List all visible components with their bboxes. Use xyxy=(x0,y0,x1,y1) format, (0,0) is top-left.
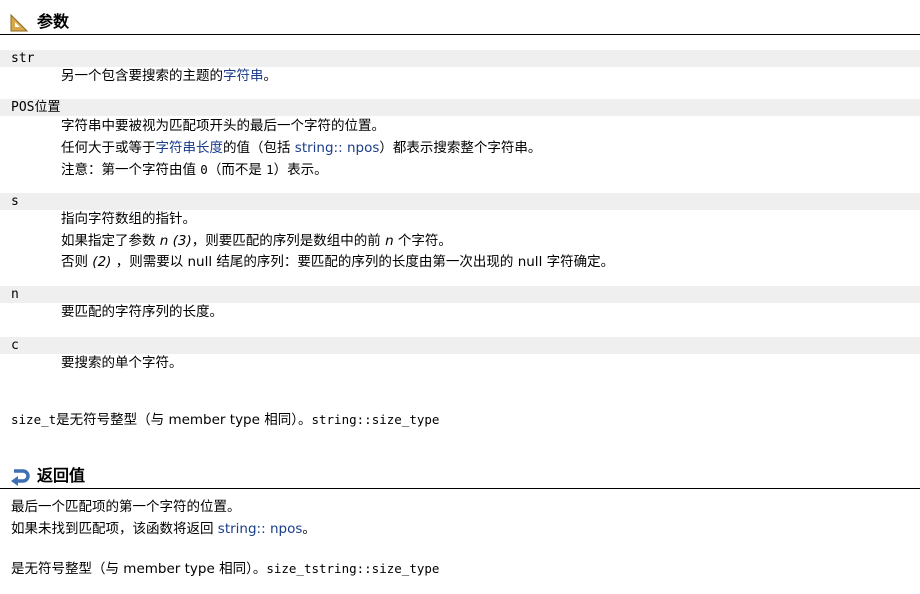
text-run: 任何大于或等于 xyxy=(61,140,156,156)
param-name: POS位置 xyxy=(0,99,920,116)
params-section-title: 参数 xyxy=(37,12,70,31)
param-description-line: 指向字符数组的指针。 xyxy=(61,209,196,230)
param-description-line: 任何大于或等于字符串长度的值（包括 string:: npos）都表示搜索整个字… xyxy=(61,138,541,159)
doc-link[interactable]: string:: npos xyxy=(218,521,303,537)
text-run: 如果未找到匹配项，该函数将返回 xyxy=(11,521,218,537)
param-description-line: 注意：第一个字符由值 0（而不是 1）表示。 xyxy=(61,159,328,181)
italic-text: n xyxy=(385,233,394,249)
param-description-line: 另一个包含要搜索的主题的字符串。 xyxy=(61,66,277,87)
param-description-line: 否则 (2) ，则需要以 null 结尾的序列：要匹配的序列的长度由第一次出现的… xyxy=(61,252,614,273)
code-text: string::size_type xyxy=(311,412,440,427)
text-run: 要匹配的字符序列的长度。 xyxy=(61,304,223,320)
param-description-line: 字符串中要被视为匹配项开头的最后一个字符的位置。 xyxy=(61,116,385,137)
italic-text: (2) xyxy=(92,254,112,270)
text-run: 字符串中要被视为匹配项开头的最后一个字符的位置。 xyxy=(61,118,385,134)
code-text: 1 xyxy=(266,162,274,177)
text-run: 个字符。 xyxy=(393,233,452,249)
code-text: 0 xyxy=(200,162,208,177)
text-run: 是无符号整型（与 member type 相同）。 xyxy=(56,412,312,428)
text-run: 注意：第一个字符由值 xyxy=(61,162,201,178)
param-description-line: 要搜索的单个字符。 xyxy=(61,353,183,374)
text-run: 否则 xyxy=(61,254,93,270)
text-run: ）都表示搜索整个字符串。 xyxy=(379,140,542,156)
text-run: 另一个包含要搜索的主题的 xyxy=(61,68,223,84)
return-description-line: 如果未找到匹配项，该函数将返回 string:: npos。 xyxy=(11,517,316,537)
doc-link[interactable]: 字符串长度 xyxy=(156,140,224,156)
return-arrow-icon xyxy=(11,469,30,486)
ruler-triangle-icon xyxy=(10,14,28,32)
text-run: 。 xyxy=(302,521,316,537)
size-type-note: size_t是无符号整型（与 member type 相同）。string::s… xyxy=(11,408,439,428)
param-description-line: 要匹配的字符序列的长度。 xyxy=(61,302,223,323)
text-run: ，则要匹配的序列是数组中的前 xyxy=(191,233,386,249)
text-run: ，则需要以 null 结尾的序列：要匹配的序列的长度由第一次出现的 null 字… xyxy=(111,254,615,270)
text-run: 要搜索的单个字符。 xyxy=(61,355,183,371)
code-text: size_t xyxy=(11,412,57,427)
return-type-note: 是无符号整型（与 member type 相同）。size_tstring::s… xyxy=(11,557,439,577)
text-run: 最后一个匹配项的第一个字符的位置。 xyxy=(11,499,241,515)
text-run: 指向字符数组的指针。 xyxy=(61,211,196,227)
text-run: ）表示。 xyxy=(273,162,328,178)
return-description-line: 最后一个匹配项的第一个字符的位置。 xyxy=(11,495,241,515)
param-name: str xyxy=(0,50,920,67)
italic-text: (3) xyxy=(168,233,192,249)
return-section-header: 返回值 xyxy=(0,462,920,489)
doc-link[interactable]: 字符串 xyxy=(223,68,264,84)
return-section-title: 返回值 xyxy=(37,466,86,485)
text-run: （而不是 xyxy=(207,162,267,178)
text-run: 如果指定了参数 xyxy=(61,233,160,249)
params-section-header: 参数 xyxy=(0,8,920,35)
param-name: s xyxy=(0,193,920,210)
text-run: 是无符号整型（与 member type 相同）。 xyxy=(11,561,267,577)
param-description-line: 如果指定了参数 n (3)，则要匹配的序列是数组中的前 n 个字符。 xyxy=(61,231,452,252)
doc-link[interactable]: string:: npos xyxy=(295,140,380,156)
text-run: 。 xyxy=(263,68,278,84)
param-name: n xyxy=(0,286,920,303)
code-text: size_tstring::size_type xyxy=(266,561,440,576)
param-name: c xyxy=(0,337,920,354)
text-run: 的值（包括 xyxy=(223,140,295,156)
